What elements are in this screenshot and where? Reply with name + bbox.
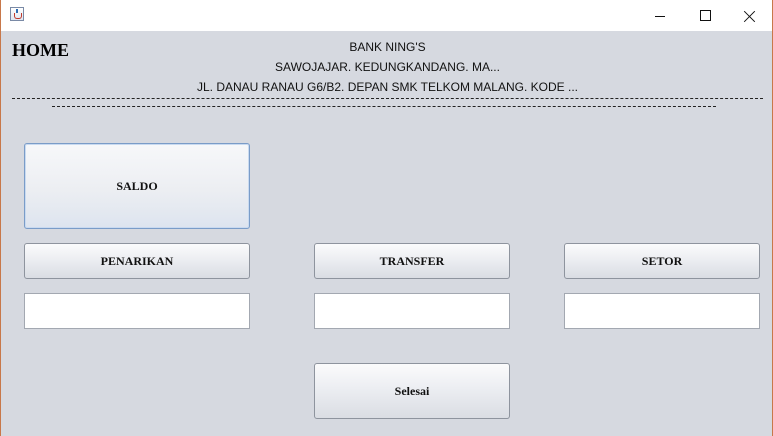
setor-button[interactable]: SETOR — [564, 243, 760, 279]
setor-amount-field[interactable] — [564, 293, 760, 329]
maximize-icon — [699, 10, 711, 21]
penarikan-button[interactable]: PENARIKAN — [24, 243, 250, 279]
app-window: HOME BANK NING'S SAWOJAJAR. KEDUNGKANDAN… — [0, 0, 773, 436]
minimize-icon — [655, 15, 665, 17]
maximize-button[interactable] — [682, 0, 728, 31]
title-bar[interactable] — [1, 0, 772, 31]
java-cup-shape — [14, 13, 22, 19]
close-button[interactable] — [727, 0, 773, 31]
close-icon — [744, 10, 756, 22]
penarikan-amount-field[interactable] — [24, 293, 250, 329]
java-cup-icon — [10, 7, 24, 21]
header-divider-bottom — [52, 106, 716, 107]
saldo-button[interactable]: SALDO — [24, 143, 250, 229]
transfer-amount-field[interactable] — [314, 293, 510, 329]
minimize-button[interactable] — [637, 0, 683, 31]
selesai-button[interactable]: Selesai — [314, 363, 510, 419]
transfer-button[interactable]: TRANSFER — [314, 243, 510, 279]
bank-name: BANK NING'S — [349, 40, 426, 54]
bank-address: JL. DANAU RANAU G6/B2. DEPAN SMK TELKOM … — [197, 80, 578, 94]
bank-area: SAWOJAJAR. KEDUNGKANDANG. MA... — [275, 60, 500, 74]
header-divider-top — [12, 98, 763, 99]
